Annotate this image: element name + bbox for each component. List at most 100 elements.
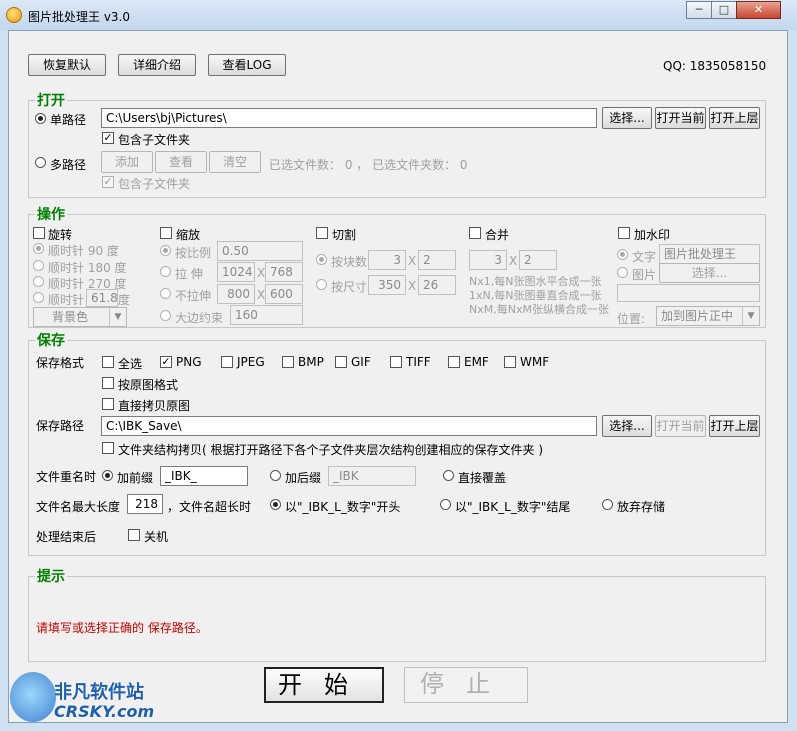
watermark-image-radio[interactable]: [617, 267, 628, 278]
format-bmp-checkbox[interactable]: [282, 356, 294, 368]
watermark-text-input[interactable]: 图片批处理王: [659, 244, 760, 264]
stop-button[interactable]: 停止: [404, 667, 528, 703]
overlength-prefix-radio[interactable]: [270, 499, 281, 510]
merge-checkbox[interactable]: [469, 227, 481, 239]
rename-suffix-input[interactable]: _IBK: [328, 466, 416, 486]
cut-size-radio[interactable]: [316, 279, 327, 290]
save-choose-button[interactable]: 选择...: [602, 415, 652, 437]
rotate-270-radio[interactable]: [33, 276, 44, 287]
scale-height-input[interactable]: 768: [265, 262, 303, 282]
rotate-custom-radio[interactable]: [33, 292, 44, 303]
cut-count-cols-input[interactable]: 3: [368, 250, 406, 270]
cut-size-label: 按尺寸: [331, 280, 368, 294]
rotate-custom-label: 顺时针: [48, 293, 85, 307]
save-open-parent-button[interactable]: 打开上层: [709, 415, 760, 437]
rename-suffix-radio[interactable]: [270, 470, 281, 481]
rename-overwrite-radio[interactable]: [443, 470, 454, 481]
view-log-button[interactable]: 查看LOG: [208, 54, 286, 76]
open-current-button[interactable]: 打开当前: [655, 107, 706, 129]
scale-width2-input[interactable]: 800: [217, 284, 255, 304]
reset-defaults-button[interactable]: 恢复默认: [28, 54, 106, 76]
scale-ratio-radio[interactable]: [160, 245, 171, 256]
cut-checkbox[interactable]: [316, 227, 328, 239]
rename-prefix-input[interactable]: _IBK_: [160, 466, 248, 486]
save-path-label: 保存路径: [36, 419, 85, 433]
save-open-current-button[interactable]: 打开当前: [655, 415, 706, 437]
view-button[interactable]: 查看: [155, 151, 207, 173]
single-path-input[interactable]: C:\Users\bj\Pictures\: [101, 108, 597, 128]
watermark-position-combo[interactable]: 加到图片正中 ▼: [656, 306, 760, 326]
overlength-suffix-radio[interactable]: [440, 499, 451, 510]
minimize-button[interactable]: ─: [686, 1, 712, 19]
background-color-value: 背景色: [52, 310, 89, 324]
format-jpeg-checkbox[interactable]: [221, 356, 233, 368]
watermark-choose-button[interactable]: 选择...: [659, 263, 760, 283]
scale-edge-radio[interactable]: [160, 310, 171, 321]
cut-count-rows-input[interactable]: 2: [418, 250, 456, 270]
scale-ratio-input[interactable]: 0.50: [217, 241, 303, 261]
max-length-input[interactable]: 218: [127, 494, 163, 514]
include-subfolders-checkbox[interactable]: ✓: [102, 132, 114, 144]
scale-nostretch-radio[interactable]: [160, 288, 171, 299]
format-emf-label: EMF: [464, 355, 489, 369]
format-all-label: 全选: [118, 357, 143, 371]
format-all-checkbox[interactable]: [102, 356, 114, 368]
merge-rows-input[interactable]: 2: [519, 250, 557, 270]
cut-size-w-input[interactable]: 350: [368, 275, 406, 295]
watermark-position-value: 加到图片正中: [661, 309, 734, 323]
format-wmf-checkbox[interactable]: [504, 356, 516, 368]
rotate-custom-input[interactable]: 61.8: [86, 289, 118, 307]
watermark-text-radio[interactable]: [617, 249, 628, 260]
open-choose-button[interactable]: 选择...: [602, 107, 652, 129]
format-gif-checkbox[interactable]: [335, 356, 347, 368]
watermark-image-path-input[interactable]: [617, 284, 760, 302]
include-subfolders-multi-checkbox[interactable]: ✓: [102, 176, 114, 188]
close-button[interactable]: ✕: [736, 1, 781, 19]
format-emf-checkbox[interactable]: [448, 356, 460, 368]
rotate-180-radio[interactable]: [33, 260, 44, 271]
scale-x-label: X: [257, 266, 266, 280]
rotate-checkbox[interactable]: [33, 227, 45, 239]
rename-suffix-label: 加后缀: [285, 471, 322, 485]
cut-count-radio[interactable]: [316, 254, 327, 265]
watermark-position-label: 位置:: [617, 312, 646, 326]
rotate-180-label: 顺时针 180 度: [48, 261, 127, 275]
scale-edge-input[interactable]: 160: [230, 305, 303, 325]
rotate-90-radio[interactable]: [33, 243, 44, 254]
multi-path-radio[interactable]: [35, 157, 46, 168]
watermark-cn: 非凡软件站: [54, 682, 144, 703]
details-button[interactable]: 详细介绍: [118, 54, 196, 76]
chevron-down-icon: ▼: [742, 307, 759, 325]
clear-button[interactable]: 清空: [209, 151, 261, 173]
open-parent-button[interactable]: 打开上层: [709, 107, 760, 129]
copy-original-checkbox[interactable]: [102, 398, 114, 410]
rename-prefix-radio[interactable]: [102, 470, 113, 481]
merge-hint-3: NxM,每NxM张纵横合成一张: [469, 303, 609, 316]
format-png-checkbox[interactable]: ✓: [160, 356, 172, 368]
save-path-input[interactable]: C:\IBK_Save\: [101, 416, 597, 436]
watermark-text-label: 文字: [632, 250, 657, 264]
merge-cols-input[interactable]: 3: [469, 250, 507, 270]
format-wmf-label: WMF: [520, 355, 550, 369]
cut-size-h-input[interactable]: 26: [418, 275, 456, 295]
overlength-discard-label: 放弃存储: [617, 500, 666, 514]
scale-width-input[interactable]: 1024: [217, 262, 255, 282]
scale-height2-input[interactable]: 600: [265, 284, 303, 304]
scale-x2-label: X: [257, 288, 266, 302]
rename-label: 文件重名时: [36, 470, 97, 484]
shutdown-checkbox[interactable]: [128, 529, 140, 541]
include-subfolders-multi-label: 包含子文件夹: [118, 177, 191, 191]
scale-stretch-radio[interactable]: [160, 266, 171, 277]
keep-format-checkbox[interactable]: [102, 377, 114, 389]
format-tiff-checkbox[interactable]: [390, 356, 402, 368]
add-button[interactable]: 添加: [101, 151, 153, 173]
folder-structure-checkbox[interactable]: [102, 442, 114, 454]
copy-original-label: 直接拷贝原图: [118, 399, 191, 413]
scale-checkbox[interactable]: [160, 227, 172, 239]
watermark-checkbox[interactable]: [618, 227, 630, 239]
start-button[interactable]: 开始: [264, 667, 384, 703]
single-path-radio[interactable]: [35, 113, 46, 124]
maximize-button[interactable]: □: [711, 1, 737, 19]
overlength-discard-radio[interactable]: [602, 499, 613, 510]
background-color-combo[interactable]: 背景色 ▼: [33, 307, 127, 327]
